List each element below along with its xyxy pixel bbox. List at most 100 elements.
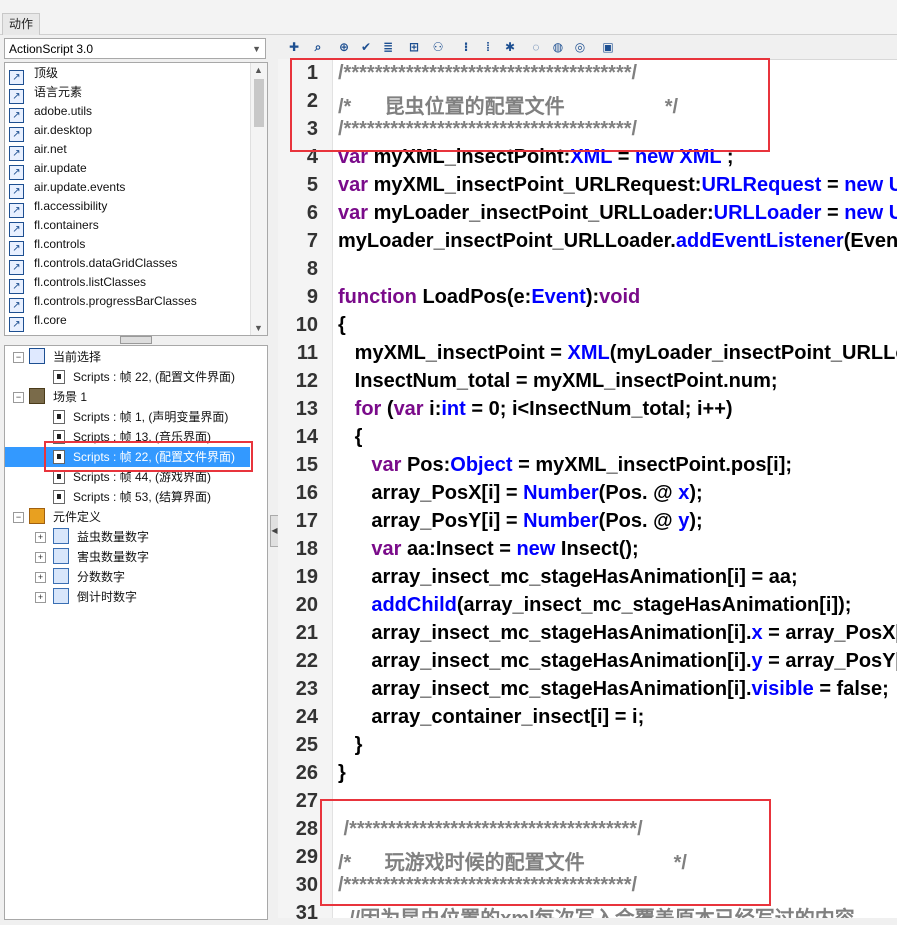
library-item[interactable]: ↗ air.update <box>9 159 87 180</box>
tree-current-selection[interactable]: 当前选择 <box>29 347 101 367</box>
tree-symbol-item[interactable]: 分数数字 <box>53 567 125 587</box>
library-item[interactable]: ↗ fl.accessibility <box>9 197 108 218</box>
code-line[interactable]: var Pos:Object = myXML_insectPoint.pos[i… <box>338 454 792 477</box>
tree-symbol-item[interactable]: 益虫数量数字 <box>53 527 149 547</box>
code-token: = 0; i<InsectNum_total; i++) <box>465 398 733 420</box>
script-icon <box>53 410 65 424</box>
library-item-label: fl.controls.listClasses <box>34 275 147 289</box>
code-line[interactable]: array_insect_mc_stageHasAnimation[i].vis… <box>338 678 888 701</box>
line-comment-icon[interactable]: ◍ <box>550 39 566 55</box>
library-item-label: fl.controls.progressBarClasses <box>34 294 197 308</box>
expand-toggle[interactable]: + <box>35 572 46 583</box>
pane-splitter[interactable] <box>4 335 266 344</box>
debug-icon[interactable]: ⚇ <box>430 39 446 55</box>
line-number: 18 <box>295 538 318 560</box>
code-line[interactable]: { <box>338 426 363 449</box>
line-number: 12 <box>295 370 318 392</box>
library-item[interactable]: ↗ 语言元素 <box>9 83 82 104</box>
expand-toggle[interactable]: + <box>35 552 46 563</box>
tree-symbol-definitions[interactable]: 元件定义 <box>29 507 101 527</box>
code-line[interactable]: for (var i:int = 0; i<InsectNum_total; i… <box>338 398 733 421</box>
code-line[interactable]: } <box>338 734 363 757</box>
library-item-label: fl.accessibility <box>34 199 108 213</box>
remove-comment-icon[interactable]: ◎ <box>572 39 588 55</box>
library-item[interactable]: ↗ air.desktop <box>9 121 92 142</box>
collapse-toggle[interactable]: − <box>13 352 24 363</box>
collapse-selection-icon[interactable]: ⁞ <box>480 39 496 55</box>
library-item[interactable]: ↗ fl.core <box>9 311 67 332</box>
library-item[interactable]: ↗ air.net <box>9 140 67 161</box>
expand-all-icon[interactable]: ✱ <box>502 39 518 55</box>
target-icon[interactable]: ⊕ <box>336 39 352 55</box>
library-item[interactable]: ↗ air.update.events <box>9 178 125 199</box>
code-line[interactable]: var myLoader_insectPoint_URLLoader:URLLo… <box>338 202 897 225</box>
library-item[interactable]: ↗ fl.controls.listClasses <box>9 273 147 294</box>
add-statement-icon[interactable]: ✚ <box>286 39 302 55</box>
code-token: URLRequest <box>701 174 822 196</box>
code-token: Event <box>531 286 586 308</box>
code-line[interactable]: array_insect_mc_stageHasAnimation[i].y =… <box>338 650 897 673</box>
code-line[interactable]: array_container_insect[i] = i; <box>338 706 644 729</box>
current-selection-icon <box>29 348 45 364</box>
tab-actions[interactable]: 动作 <box>2 13 41 35</box>
code-line[interactable]: } <box>338 762 346 785</box>
code-line[interactable]: var myXML_insectPoint_URLRequest:URLRequ… <box>338 174 897 197</box>
splitter-grip[interactable] <box>120 336 152 344</box>
highlight-box <box>44 441 253 472</box>
code-line[interactable]: { <box>338 314 346 337</box>
tree-scene[interactable]: 场景 1 <box>29 387 87 407</box>
code-line[interactable]: array_insect_mc_stageHasAnimation[i].x =… <box>338 622 897 645</box>
library-item[interactable]: ↗ adobe.utils <box>9 102 92 123</box>
library-item[interactable]: ↗ fl.controls <box>9 235 85 256</box>
code-token: new <box>516 538 561 560</box>
code-line[interactable]: array_PosX[i] = Number(Pos. @ x); <box>338 482 702 505</box>
tree-symbol-item[interactable]: 害虫数量数字 <box>53 547 149 567</box>
code-area[interactable]: /*************************************//… <box>338 59 897 918</box>
library-item[interactable]: ↗ fl.controls.progressBarClasses <box>9 292 197 313</box>
tree-symbol-item[interactable]: 倒计时数字 <box>53 587 137 607</box>
code-token: = <box>821 202 845 224</box>
code-token: } <box>338 762 346 784</box>
scroll-up-icon[interactable]: ▲ <box>254 65 263 75</box>
action-library-list[interactable]: ▲ ▼ ↗ 顶级 ↗ 语言元素 ↗ adobe.utils ↗ air.desktop ↗ air… <box>4 62 268 336</box>
library-item[interactable]: ↗ 顶级 <box>9 64 58 85</box>
collapse-toggle[interactable]: − <box>13 392 24 403</box>
code-token: addEventListener <box>675 230 844 252</box>
block-comment-icon[interactable]: ◌ <box>528 39 544 55</box>
tree-script-item[interactable]: Scripts : 帧 53, (结算界面) <box>53 487 211 507</box>
expand-toggle[interactable]: + <box>35 532 46 543</box>
chevron-down-icon[interactable]: ▼ <box>252 39 261 60</box>
code-hint-icon[interactable]: ⊞ <box>406 39 422 55</box>
code-line[interactable]: myLoader_insectPoint_URLLoader.addEventL… <box>338 230 897 253</box>
code-token: Object <box>450 454 513 476</box>
library-item[interactable]: ↗ fl.containers <box>9 216 99 237</box>
code-token: ): <box>585 286 600 308</box>
check-syntax-icon[interactable]: ✔ <box>358 39 374 55</box>
code-line[interactable]: myXML_insectPoint = XML(myLoader_insectP… <box>338 342 897 365</box>
code-line[interactable]: array_insect_mc_stageHasAnimation[i] = a… <box>338 566 797 589</box>
code-token: Number <box>523 510 599 532</box>
collapse-braces-icon[interactable]: ⁝ <box>458 39 474 55</box>
code-token: aa:Insect = <box>406 538 517 560</box>
collapse-toggle[interactable]: − <box>13 512 24 523</box>
scrollbar-thumb[interactable] <box>254 79 264 127</box>
script-navigator[interactable]: − 当前选择 Scripts : 帧 22, (配置文件界面) − 场景 1 S… <box>4 345 268 920</box>
code-line[interactable]: array_PosY[i] = Number(Pos. @ y); <box>338 510 702 533</box>
language-select[interactable]: ActionScript 3.0 ▼ <box>4 38 266 59</box>
auto-format-icon[interactable]: ≣ <box>380 39 396 55</box>
code-line[interactable]: addChild(array_insect_mc_stageHasAnimati… <box>338 594 851 617</box>
code-line[interactable]: InsectNum_total = myXML_insectPoint.num; <box>338 370 778 393</box>
library-item[interactable]: ↗ fl.controls.dataGridClasses <box>9 254 177 275</box>
panel-divider[interactable]: ◀ <box>270 35 279 918</box>
expand-toggle[interactable]: + <box>35 592 46 603</box>
library-scrollbar[interactable]: ▲ ▼ <box>250 63 267 335</box>
tree-current-script[interactable]: Scripts : 帧 22, (配置文件界面) <box>53 367 235 387</box>
code-line[interactable]: var aa:Insect = new Insect(); <box>338 538 638 561</box>
scroll-down-icon[interactable]: ▼ <box>254 323 263 333</box>
script-assist-icon[interactable]: ▣ <box>600 39 616 55</box>
code-line[interactable]: function LoadPos(e:Event):void <box>338 286 640 309</box>
tree-script-item[interactable]: Scripts : 帧 1, (声明变量界面) <box>53 407 228 427</box>
code-token: y <box>678 510 690 532</box>
panel-titlebar: 动作 <box>0 0 897 35</box>
find-icon[interactable]: ⌕ <box>310 39 326 55</box>
